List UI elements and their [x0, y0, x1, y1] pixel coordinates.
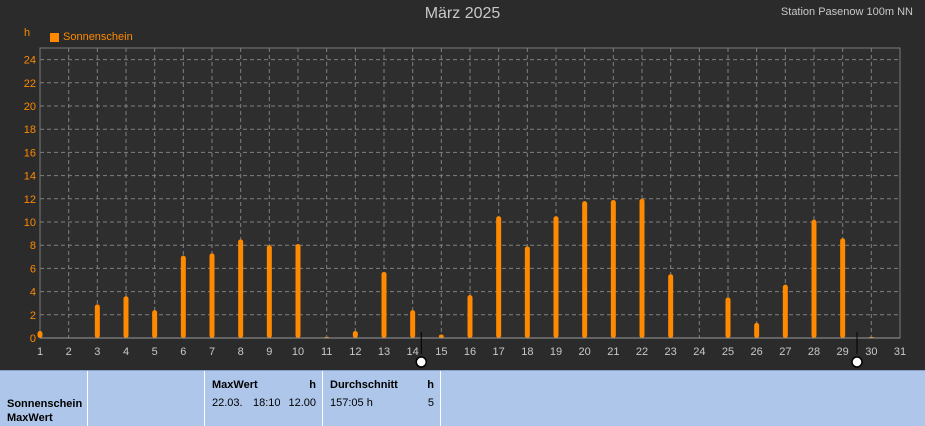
bar [438, 334, 444, 338]
x-tick-label: 15 [435, 346, 447, 358]
x-tick-label: 1 [37, 346, 43, 358]
x-tick-label: 28 [808, 346, 820, 358]
x-tick-label: 27 [779, 346, 791, 358]
durchschnitt-column: Durchschnitt h 157:05 h 5 [323, 371, 441, 426]
durchschnitt-value: 157:05 h [330, 397, 373, 409]
y-tick-label: 12 [24, 194, 36, 206]
x-tick-label: 13 [378, 346, 390, 358]
x-tick-label: 4 [123, 346, 129, 358]
bar [668, 274, 674, 338]
y-tick-label: 14 [24, 171, 36, 183]
marker-icon [851, 356, 863, 368]
bar [180, 255, 186, 338]
bar [782, 284, 788, 338]
maxwert-header: MaxWert [212, 379, 258, 391]
x-tick-label: 19 [550, 346, 562, 358]
bar [238, 239, 244, 338]
bar [209, 253, 215, 338]
x-tick-label: 2 [66, 346, 72, 358]
bar [524, 246, 530, 338]
x-tick-label: 11 [321, 346, 332, 358]
bar [352, 331, 358, 338]
y-unit-label: h [24, 27, 31, 39]
durchschnitt-header: Durchschnitt [330, 379, 398, 391]
y-tick-label: 16 [24, 147, 36, 159]
x-tick-label: 7 [209, 346, 215, 358]
maxwert-date: 22.03. [212, 397, 243, 409]
x-tick-label: 10 [292, 346, 304, 358]
x-tick-label: 12 [349, 346, 361, 358]
info-panel: Sonnenschein MaxWert MaxWert h 22.03. 18… [0, 370, 925, 426]
bar [37, 331, 43, 338]
maxwert-unit: h [309, 379, 316, 391]
bar [811, 219, 817, 338]
x-tick-label: 30 [865, 346, 877, 358]
bar [467, 295, 473, 338]
x-tick-label: 5 [152, 346, 158, 358]
info-row-labels-column: Sonnenschein MaxWert [0, 371, 88, 426]
x-tick-label: 18 [521, 346, 533, 358]
station-label: Station Pasenow 100m NN [780, 6, 913, 18]
chart-svg: 0246810121416182022241 2 3 4 5 6 7 8 9 10 11 12 13 14… [24, 47, 906, 368]
y-tick-label: 24 [24, 55, 36, 67]
bar [152, 310, 158, 338]
marker-icon [415, 356, 428, 368]
x-tick-label: 31 [894, 346, 906, 358]
maxwert-column: MaxWert h 22.03. 18:10 12.00 [205, 371, 323, 426]
bar [266, 245, 272, 338]
bar [582, 201, 588, 338]
x-tick-label: 17 [493, 346, 505, 358]
maxwert-time: 18:10 [253, 397, 281, 409]
bar [553, 216, 559, 338]
bar [381, 271, 387, 338]
x-tick-label: 29 [837, 346, 849, 358]
y-tick-label: 20 [24, 101, 36, 113]
x-tick-label: 22 [636, 346, 648, 358]
durchschnitt-unit: h [427, 379, 434, 391]
y-tick-label: 10 [24, 217, 36, 229]
row-label-sonnenschein: Sonnenschein [7, 398, 83, 410]
x-tick-label: 26 [751, 346, 763, 358]
row-labels: Sonnenschein MaxWert [7, 397, 82, 425]
row-label-maxwert: MaxWert [7, 412, 53, 424]
x-tick-label: 24 [693, 346, 705, 358]
x-tick-label: 6 [180, 346, 186, 358]
maxwert-value: 12.00 [288, 397, 316, 409]
bar [496, 216, 502, 338]
legend-swatch [50, 32, 59, 42]
x-tick-label: 20 [579, 346, 591, 358]
x-tick-label: 21 [607, 346, 619, 358]
info-empty-column [88, 371, 205, 426]
bar [295, 244, 301, 338]
bar [123, 296, 129, 338]
bar [840, 238, 846, 338]
legend-label: Sonnenschein [63, 31, 133, 43]
x-tick-label: 9 [266, 346, 272, 358]
y-tick-label: 8 [30, 240, 36, 252]
durchschnitt-count: 5 [427, 397, 434, 409]
bar [94, 304, 100, 338]
y-tick-label: 18 [24, 124, 36, 136]
y-tick-label: 4 [30, 287, 36, 299]
bar [410, 310, 416, 338]
bar [725, 297, 731, 338]
chart-area: 0 2 4 6 8 10 12 14 16 18 20 22 24 1 2 3 4 5 6 7 8 9 10 11 12 13 14… [0, 0, 925, 370]
y-tick-label: 22 [24, 78, 36, 90]
legend: Sonnenschein [50, 31, 133, 43]
y-tick-label: 2 [30, 310, 36, 322]
bar [639, 198, 645, 338]
y-tick-label: 0 [30, 333, 36, 345]
y-tick-label: 6 [30, 263, 36, 275]
bar [754, 322, 760, 338]
x-tick-label: 3 [94, 346, 100, 358]
bar [610, 199, 616, 338]
x-tick-label: 14 [407, 346, 419, 358]
x-tick-label: 16 [464, 346, 476, 358]
x-tick-label: 25 [722, 346, 734, 358]
x-tick-label: 8 [238, 346, 244, 358]
x-tick-label: 23 [665, 346, 677, 358]
